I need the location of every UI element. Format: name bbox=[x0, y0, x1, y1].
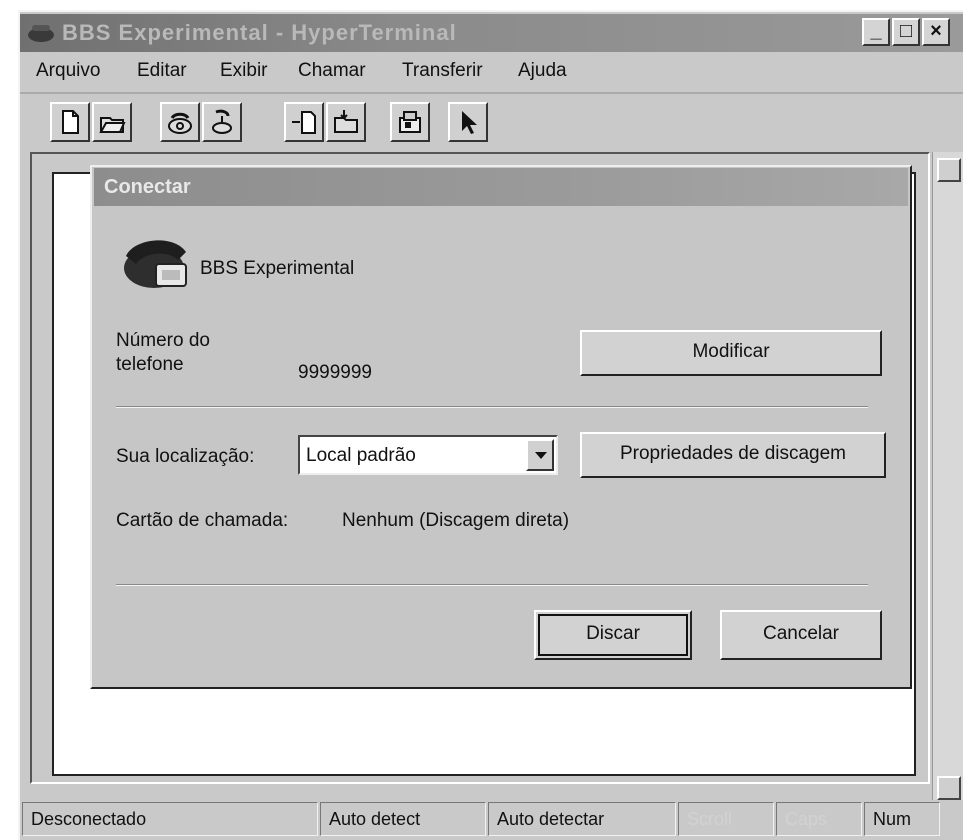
connect-icon bbox=[168, 112, 192, 134]
close-button[interactable]: × bbox=[922, 18, 950, 46]
dial-button[interactable]: Discar bbox=[534, 610, 692, 660]
disconnect-button[interactable] bbox=[202, 102, 242, 142]
window-title: BBS Experimental - HyperTerminal bbox=[62, 20, 457, 45]
scroll-up-button[interactable] bbox=[937, 158, 961, 182]
new-icon bbox=[62, 110, 79, 134]
receive-icon bbox=[334, 110, 358, 133]
dialog-title: Conectar bbox=[104, 176, 191, 198]
menu-transferir[interactable]: Transferir bbox=[402, 60, 483, 82]
phone-label-line2: telefone bbox=[116, 354, 184, 375]
send-button[interactable] bbox=[284, 102, 324, 142]
location-select-value: Local padrão bbox=[306, 445, 416, 466]
scroll-down-button[interactable] bbox=[937, 776, 961, 800]
status-caps: Caps bbox=[776, 802, 862, 836]
vertical-scrollbar[interactable] bbox=[932, 152, 963, 802]
pointer-icon bbox=[462, 111, 477, 134]
cancel-button[interactable]: Cancelar bbox=[720, 610, 882, 660]
status-detect-1: Auto detect bbox=[320, 802, 486, 836]
menu-bar: Arquivo Editar Exibir Chamar Transferir … bbox=[20, 52, 963, 92]
minimize-button[interactable]: _ bbox=[862, 18, 890, 46]
maximize-button[interactable]: □ bbox=[892, 18, 920, 46]
send-icon bbox=[292, 111, 316, 134]
phone-number-value: 9999999 bbox=[298, 362, 372, 383]
dropdown-arrow-icon[interactable] bbox=[526, 439, 554, 471]
calling-card-label: Cartão de chamada: bbox=[116, 510, 289, 531]
hyperterminal-app-icon bbox=[28, 25, 54, 42]
separator-top bbox=[116, 406, 868, 408]
open-button[interactable] bbox=[92, 102, 132, 142]
separator-bottom bbox=[116, 584, 868, 586]
status-scroll: Scroll bbox=[678, 802, 774, 836]
status-num: Num bbox=[864, 802, 940, 836]
location-label: Sua localização: bbox=[116, 446, 255, 467]
menu-exibir[interactable]: Exibir bbox=[220, 60, 268, 82]
menu-chamar[interactable]: Chamar bbox=[298, 60, 366, 82]
connection-name: BBS Experimental bbox=[200, 258, 355, 279]
calling-card-value: Nenhum (Discagem direta) bbox=[342, 510, 570, 531]
menu-ajuda[interactable]: Ajuda bbox=[518, 60, 567, 82]
properties-icon bbox=[399, 111, 421, 133]
status-connection: Desconectado bbox=[22, 802, 318, 836]
open-icon bbox=[99, 117, 126, 133]
connect-button[interactable] bbox=[160, 102, 200, 142]
disconnect-icon bbox=[212, 109, 232, 134]
receive-button[interactable] bbox=[326, 102, 366, 142]
telephone-icon bbox=[124, 240, 187, 288]
phone-label-line1: Número do bbox=[116, 330, 210, 351]
menu-arquivo[interactable]: Arquivo bbox=[36, 60, 100, 82]
properties-button[interactable] bbox=[390, 102, 430, 142]
status-detect-2: Auto detectar bbox=[488, 802, 676, 836]
menu-editar[interactable]: Editar bbox=[137, 60, 187, 82]
location-select[interactable]: Local padrão bbox=[298, 435, 558, 475]
toolbar bbox=[20, 92, 963, 152]
modify-button[interactable]: Modificar bbox=[580, 330, 882, 376]
pointer-button[interactable] bbox=[448, 102, 488, 142]
dialog-title-bar[interactable]: Conectar bbox=[94, 168, 908, 206]
dialing-properties-button[interactable]: Propriedades de discagem bbox=[580, 432, 886, 478]
new-button[interactable] bbox=[50, 102, 90, 142]
